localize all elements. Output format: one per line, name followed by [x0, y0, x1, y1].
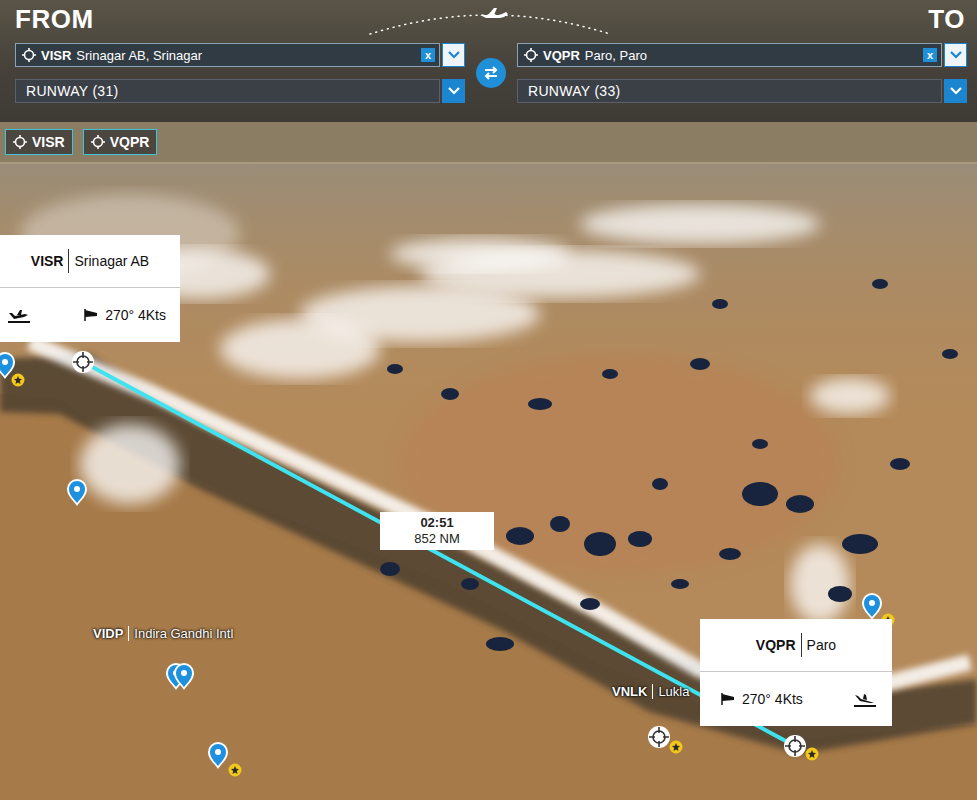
- route-header: FROM TO VISR Srinagar AB, Srinagar x VQP…: [0, 0, 977, 122]
- airport-code: VISR: [41, 48, 71, 63]
- to-title: TO: [928, 4, 965, 36]
- airport-label[interactable]: VNLKLukla: [612, 684, 689, 699]
- runway-value: RUNWAY (31): [26, 83, 119, 99]
- airport-code: VQPR: [543, 48, 580, 63]
- crosshair-icon: [22, 48, 36, 62]
- star-badge-icon: [229, 764, 242, 777]
- airport-dropdown-button[interactable]: [442, 43, 465, 67]
- map-pin-icon[interactable]: [67, 479, 87, 506]
- swap-arrows-icon: [482, 64, 500, 82]
- airport-marker-icon[interactable]: [72, 351, 94, 373]
- route-distance: 852 NM: [414, 531, 460, 547]
- wind-info: 270° 4Kts: [720, 691, 803, 707]
- map-pin-icon[interactable]: [0, 352, 15, 379]
- swap-button[interactable]: [476, 58, 506, 88]
- windsock-icon: [83, 308, 99, 322]
- takeoff-icon: [6, 306, 32, 324]
- quick-airport-bar: VISR VQPR: [0, 122, 977, 164]
- crosshair-icon: [524, 48, 538, 62]
- center-airport-button[interactable]: VISR: [5, 129, 73, 155]
- airport-dropdown-button[interactable]: [944, 43, 967, 67]
- chevron-icon: [448, 51, 460, 59]
- star-badge-icon: [670, 741, 683, 754]
- runway-select[interactable]: RUNWAY (33): [517, 79, 967, 103]
- runway-dropdown-button[interactable]: [442, 79, 465, 103]
- star-badge-icon: [806, 748, 819, 761]
- landing-icon: [852, 690, 878, 708]
- from-column: VISR Srinagar AB, Srinagar x: [15, 43, 465, 67]
- arrival-card[interactable]: VQPRParo 270° 4Kts: [700, 619, 892, 726]
- crosshair-icon: [91, 135, 105, 149]
- airport-field[interactable]: VQPR Paro, Paro x: [517, 43, 942, 67]
- departure-card[interactable]: VISRSrinagar AB 270° 4Kts: [0, 235, 180, 342]
- clear-button[interactable]: x: [421, 48, 435, 62]
- airport-name: Paro, Paro: [585, 48, 918, 63]
- route-time: 02:51: [420, 515, 453, 531]
- airport-name: Srinagar AB, Srinagar: [76, 48, 416, 63]
- map-pin-icon[interactable]: [208, 742, 228, 769]
- runway-value: RUNWAY (33): [528, 83, 621, 99]
- windsock-icon: [720, 692, 736, 706]
- route-summary: 02:51 852 NM: [380, 512, 494, 550]
- swap-area: [465, 43, 517, 103]
- runway-dropdown-button[interactable]: [944, 79, 967, 103]
- map-pin-icon[interactable]: [174, 663, 194, 690]
- star-badge-icon: [12, 374, 25, 387]
- airport-marker-icon[interactable]: [784, 735, 806, 757]
- chevron-icon: [448, 87, 460, 95]
- map-pin-icon[interactable]: [862, 593, 882, 620]
- wind-info: 270° 4Kts: [83, 307, 166, 323]
- to-column: VQPR Paro, Paro x: [517, 43, 967, 67]
- runway-select[interactable]: RUNWAY (31): [15, 79, 465, 103]
- runway-field[interactable]: RUNWAY (31): [15, 79, 440, 103]
- route-arc-icon: [360, 2, 620, 38]
- chevron-icon: [950, 87, 962, 95]
- center-airport-button[interactable]: VQPR: [83, 129, 158, 155]
- from-title: FROM: [15, 4, 94, 36]
- airport-label[interactable]: VIDPIndira Gandhi Intl: [93, 626, 233, 641]
- flight-planner: FROM TO VISR Srinagar AB, Srinagar x VQP…: [0, 0, 977, 800]
- world-map[interactable]: VIDPIndira Gandhi Intl VNLKLukla 02:51 85…: [0, 164, 977, 800]
- clear-button[interactable]: x: [923, 48, 937, 62]
- airport-marker-icon[interactable]: [648, 726, 670, 748]
- chevron-icon: [950, 51, 962, 59]
- runway-field[interactable]: RUNWAY (33): [517, 79, 942, 103]
- crosshair-icon: [13, 135, 27, 149]
- airport-field[interactable]: VISR Srinagar AB, Srinagar x: [15, 43, 440, 67]
